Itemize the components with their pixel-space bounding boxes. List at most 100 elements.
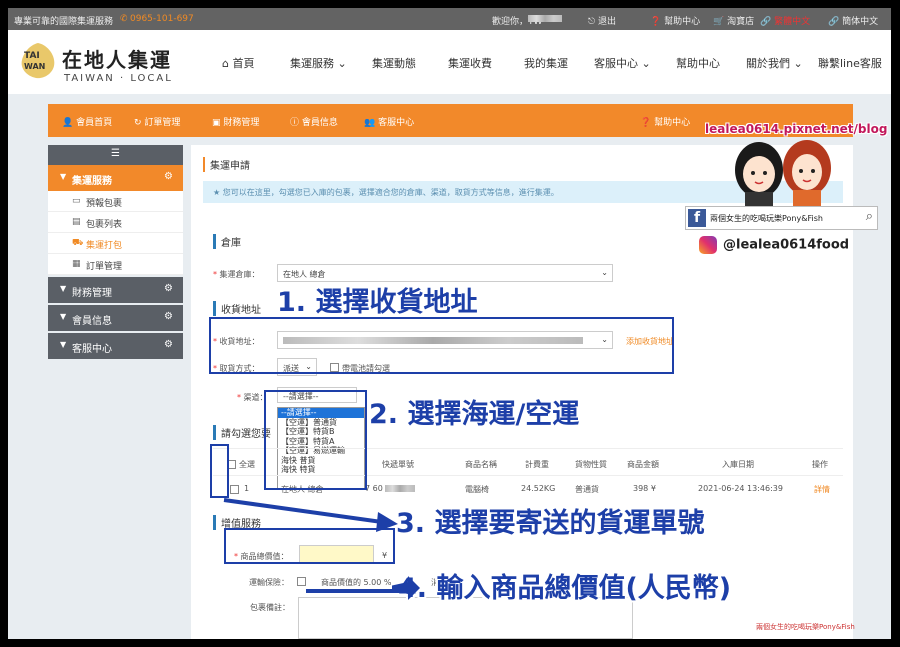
help-icon: ❓ (650, 17, 662, 27)
chevron-down-icon: ⌄ (337, 57, 347, 70)
nav-fees[interactable]: 集運收費 (448, 55, 492, 71)
row-date: 2021-06-24 13:46:39 (698, 484, 783, 493)
table-header: 入庫日期 (722, 460, 754, 469)
sub-member-info[interactable]: ⓘ 會員信息 (290, 115, 338, 128)
nav-services[interactable]: 集運服務 ⌄ (290, 55, 347, 71)
watermark-instagram: @lealea0614food (699, 236, 849, 254)
annotation-step2: 2. 選擇海運/空運 (369, 399, 580, 430)
blogger-avatars-icon (735, 140, 831, 214)
user-icon: 👤 (62, 118, 74, 128)
table-header: 貨物性質 (575, 460, 607, 469)
gear-icon: ⚙ (164, 339, 173, 350)
table-header: 全選 (239, 460, 255, 469)
box-icon: ▭ (72, 196, 81, 206)
refresh-icon: ↻ (134, 118, 142, 128)
nav-line-support[interactable]: 聯繫line客服 (818, 55, 882, 71)
sub-support[interactable]: 👥 客服中心 (364, 115, 414, 128)
nav-help[interactable]: 幫助中心 (676, 55, 720, 71)
nav-my-shipping[interactable]: 我的集運 (524, 55, 568, 71)
instagram-icon (699, 236, 717, 254)
row-weight: 24.52KG (521, 484, 556, 493)
annotation-box-channel (264, 390, 367, 490)
caret-down-icon: ▼ (60, 340, 67, 349)
logo-chinese[interactable]: 在地人集運 (62, 44, 172, 73)
table-header: 商品名稱 (465, 460, 497, 469)
row-nature: 普通貨 (575, 485, 599, 494)
insurance-label: 運輸保險： (249, 578, 289, 587)
site-header: TAI WAN 在地人集運 TAIWAN · LOCAL ⌂ 首頁 集運服務 ⌄… (8, 30, 891, 94)
sidebar-group-shipping[interactable]: ▼ 集運服務 ⚙ (48, 165, 183, 191)
star-icon: ★ (213, 188, 221, 197)
annotation-step3: 3. 選擇要寄送的貨運單號 (396, 508, 705, 539)
signature-watermark: 兩個女生的吃喝玩樂Pony&Fish (756, 623, 855, 631)
chevron-down-icon: ⌄ (793, 57, 803, 70)
help-link[interactable]: ❓ 幫助中心 (650, 14, 700, 27)
chevron-down-icon: ⌄ (641, 57, 651, 70)
sidebar: ☰ ▼ 集運服務 ⚙ ▭ 預報包裹 ▤ 包裹列表 ⛟ 集運打包 ▦ 訂單管理 ▼… (48, 145, 183, 359)
search-icon: ⌕ (865, 209, 873, 224)
chevron-down-icon: ⌄ (601, 268, 608, 277)
logout-link[interactable]: ⎋ 退出 (588, 14, 616, 27)
home-icon: ⌂ (222, 57, 229, 70)
sidebar-item-forecast[interactable]: ▭ 預報包裹 (48, 191, 183, 212)
channel-label: * 渠道： (237, 393, 268, 402)
nav-news[interactable]: 集運動態 (372, 55, 416, 71)
truck-icon: ⛟ (72, 238, 84, 248)
logo-english: TAIWAN · LOCAL (64, 73, 173, 84)
facebook-page-name: 兩個女生的吃喝玩樂Pony&Fish (710, 214, 823, 223)
row-amount: 398 ¥ (633, 484, 656, 493)
row-index: 1 (244, 484, 250, 493)
document-icon: ▦ (72, 259, 81, 269)
logo-mark-text: WAN (24, 62, 45, 71)
sub-help[interactable]: ❓ 幫助中心 (640, 115, 690, 128)
sidebar-item-pack[interactable]: ⛟ 集運打包 (48, 233, 183, 254)
gear-icon: ⚙ (164, 283, 173, 294)
sidebar-group-member[interactable]: ▼ 會員信息 ⚙ (48, 305, 183, 331)
page-title: 集運申請 (203, 157, 250, 172)
section-warehouse: 倉庫 (213, 234, 241, 249)
nav-home[interactable]: ⌂ 首頁 (222, 55, 254, 71)
list-icon: ▤ (72, 217, 81, 227)
gear-icon: ⚙ (164, 171, 173, 182)
logo-mark-text: TAI (24, 51, 40, 61)
facebook-icon: f (688, 209, 706, 227)
annotation-box-address (209, 317, 674, 374)
info-icon: ⓘ (290, 118, 300, 128)
sub-orders[interactable]: ↻ 訂單管理 (134, 115, 180, 128)
annotation-step4: 4. 輸入商品總價值(人民幣) (398, 573, 732, 604)
sidebar-item-orders[interactable]: ▦ 訂單管理 (48, 254, 183, 275)
arrow-to-step3-icon (223, 498, 398, 532)
lang-simplified[interactable]: 🔗 簡体中文 (828, 14, 878, 27)
row-name: 電腦椅 (465, 485, 489, 494)
gear-icon: ⚙ (164, 311, 173, 322)
row-checkbox[interactable] (230, 485, 239, 494)
section-address: 收貨地址 (213, 301, 261, 316)
link-icon: 🔗 (828, 17, 840, 27)
nav-about[interactable]: 關於我們 ⌄ (746, 55, 803, 71)
sidebar-toggle[interactable]: ☰ (48, 145, 183, 165)
caret-down-icon: ▼ (60, 284, 67, 293)
lang-traditional[interactable]: 🔗 繁體中文 (760, 14, 810, 27)
insurance-checkbox[interactable] (297, 577, 306, 586)
logout-icon: ⎋ (588, 17, 596, 27)
top-bar: 專業可靠的國際集運服務 ✆ 0965-101-697 歡迎你，TW ⎋ 退出 ❓… (8, 8, 891, 30)
watermark-blog-url: lealea0614.pixnet.net/blog (705, 122, 888, 136)
watermark-facebook-bar: f 兩個女生的吃喝玩樂Pony&Fish ⌕ (685, 206, 878, 230)
link-icon: 🔗 (760, 17, 772, 27)
slogan: 專業可靠的國際集運服務 (14, 17, 114, 27)
cart-icon: 🛒 (713, 17, 725, 27)
menu-icon: ☰ (111, 148, 120, 159)
sub-finance[interactable]: ▣ 財務管理 (212, 115, 259, 128)
taiwan-logo-icon[interactable]: TAI WAN (16, 42, 60, 80)
nav-support[interactable]: 客服中心 ⌄ (594, 55, 651, 71)
sidebar-group-finance[interactable]: ▼ 財務管理 ⚙ (48, 277, 183, 303)
taobao-link[interactable]: 🛒 淘寶店 (713, 14, 754, 27)
sidebar-group-support[interactable]: ▼ 客服中心 ⚙ (48, 333, 183, 359)
annotation-box-checkbox (210, 444, 229, 498)
sub-member-home[interactable]: 👤 會員首頁 (62, 115, 112, 128)
caret-down-icon: ▼ (60, 312, 67, 321)
sidebar-item-parcels[interactable]: ▤ 包裹列表 (48, 212, 183, 233)
warehouse-label: * 集運倉庫： (213, 270, 260, 279)
table-header: 快遞單號 (382, 460, 414, 469)
row-details-link[interactable]: 詳情 (814, 484, 830, 495)
